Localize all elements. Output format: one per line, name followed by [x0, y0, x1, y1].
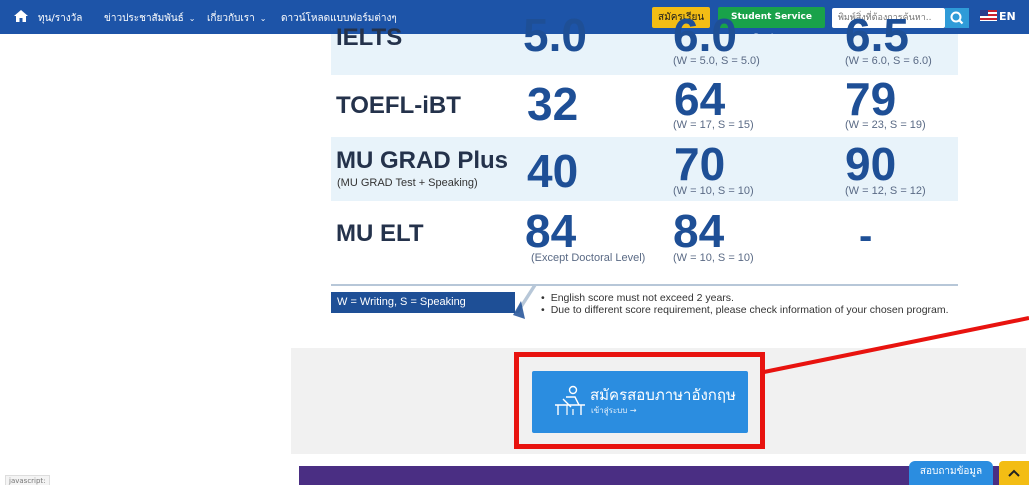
score-value: 6.5 — [845, 9, 909, 61]
score-detail: (W = 23, S = 19) — [845, 119, 926, 131]
arrow-decoration-icon — [513, 285, 537, 319]
score-detail: (W = 17, S = 15) — [673, 119, 754, 131]
note-item: English score must not exceed 2 years. — [541, 292, 734, 304]
score-detail: (W = 6.0, S = 6.0) — [845, 55, 932, 67]
test-name: MU GRAD Plus — [336, 147, 509, 174]
chevron-down-icon: ⌄ — [188, 14, 196, 23]
highlight-box — [514, 352, 765, 449]
score-detail: (W = 5.0, S = 5.0) — [673, 55, 760, 67]
table-row: MU GRAD Plus (MU GRAD Test + Speaking) 4… — [331, 137, 958, 201]
score-value: 79 — [845, 73, 897, 125]
score-value: 84 — [525, 205, 577, 257]
chevron-up-icon — [1008, 469, 1020, 477]
chevron-down-icon: ⌄ — [259, 14, 267, 23]
score-value: 70 — [674, 138, 726, 190]
table-row: IELTS 5.0 6.0 (W = 5.0, S = 5.0) 6.5 (W … — [331, 12, 958, 75]
browser-status-text: javascript: — [5, 475, 50, 485]
score-value: 64 — [674, 73, 726, 125]
nav-link-scholarship[interactable]: ทุน/รางวัล — [38, 11, 82, 26]
test-name: MU ELT — [336, 220, 424, 247]
language-switch[interactable]: EN — [980, 10, 1016, 23]
score-value: 32 — [527, 78, 579, 130]
contact-button[interactable]: สอบถามข้อมูล — [909, 461, 993, 485]
score-detail: (W = 10, S = 10) — [673, 185, 754, 197]
legend: W = Writing, S = Speaking — [331, 292, 515, 313]
us-flag-icon — [980, 10, 997, 21]
score-value: 6.0 — [673, 9, 737, 61]
test-name: IELTS — [336, 24, 403, 51]
score-value: 90 — [845, 138, 897, 190]
search-button[interactable] — [945, 8, 969, 28]
english-score-table: IELTS 5.0 6.0 (W = 5.0, S = 5.0) 6.5 (W … — [331, 12, 958, 282]
score-value: 5.0 — [523, 9, 587, 61]
table-row: TOEFL-iBT 32 64 (W = 17, S = 15) 79 (W =… — [331, 75, 958, 137]
home-icon[interactable] — [13, 9, 29, 23]
score-value: - — [859, 214, 873, 258]
footer-bar — [299, 466, 1011, 485]
score-value: 40 — [527, 145, 579, 197]
score-detail: (W = 10, S = 10) — [673, 252, 754, 264]
score-detail: (W = 12, S = 12) — [845, 185, 926, 197]
table-row: MU ELT 84 (Except Doctoral Level) 84 (W … — [331, 201, 958, 271]
test-subtitle: (MU GRAD Test + Speaking) — [337, 177, 478, 189]
score-value: 84 — [673, 205, 725, 257]
note-item: Due to different score requirement, plea… — [541, 304, 949, 316]
back-to-top-button[interactable] — [999, 461, 1029, 485]
nav-link-about[interactable]: เกี่ยวกับเรา ⌄ — [207, 11, 266, 26]
search-icon — [950, 11, 964, 25]
score-note: (Except Doctoral Level) — [531, 252, 646, 264]
test-name: TOEFL-iBT — [336, 92, 461, 119]
divider — [331, 284, 958, 286]
nav-link-news[interactable]: ข่าวประชาสัมพันธ์ ⌄ — [104, 11, 196, 26]
